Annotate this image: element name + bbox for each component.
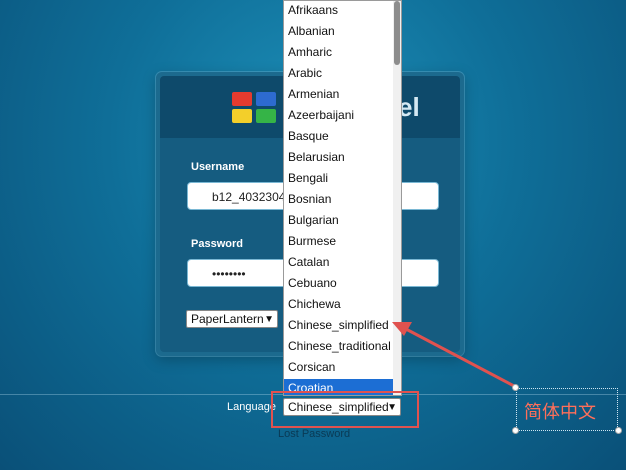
dropdown-scrollbar-thumb[interactable] [394, 1, 400, 65]
dropdown-option[interactable]: Basque [284, 127, 401, 148]
dropdown-option[interactable]: Belarusian [284, 148, 401, 169]
dropdown-option[interactable]: Armenian [284, 85, 401, 106]
cpanel-logo-icon [232, 92, 278, 124]
dropdown-option[interactable]: Chinese_traditional [284, 337, 401, 358]
annotation-highlight-box [271, 391, 419, 428]
dropdown-option[interactable]: Corsican [284, 358, 401, 379]
dropdown-option[interactable]: Afrikaans [284, 1, 401, 22]
dropdown-option[interactable]: Bulgarian [284, 211, 401, 232]
dropdown-option[interactable]: Catalan [284, 253, 401, 274]
dropdown-option[interactable]: Bengali [284, 169, 401, 190]
annotation-text: 简体中文 [524, 402, 596, 423]
dropdown-option[interactable]: Chichewa [284, 295, 401, 316]
dropdown-option[interactable]: Bosnian [284, 190, 401, 211]
dropdown-option[interactable]: Albanian [284, 22, 401, 43]
dropdown-option[interactable]: Arabic [284, 64, 401, 85]
language-label: Language [227, 401, 276, 413]
dropdown-option[interactable]: Amharic [284, 43, 401, 64]
theme-select[interactable]: PaperLantern ▼ [186, 310, 278, 328]
resize-handle [512, 427, 519, 434]
dropdown-option[interactable]: Chinese_simplified [284, 316, 401, 337]
lost-password-link[interactable]: Lost Password [278, 428, 350, 440]
resize-handle [615, 427, 622, 434]
resize-handle [512, 384, 519, 391]
password-value: •••••••• [212, 267, 246, 281]
theme-selected-value: PaperLantern [191, 312, 264, 326]
dropdown-option[interactable]: Burmese [284, 232, 401, 253]
username-value: b12_4032304 [212, 190, 286, 204]
chevron-down-icon: ▼ [264, 314, 274, 325]
username-label: Username [191, 161, 245, 173]
dropdown-option[interactable]: Cebuano [284, 274, 401, 295]
annotation-arrow-icon [392, 322, 515, 388]
dropdown-option[interactable]: Azeerbaijani [284, 106, 401, 127]
password-label: Password [191, 238, 243, 250]
language-dropdown-list[interactable]: Afrikaans Albanian Amharic Arabic Armenian Az… [283, 0, 402, 396]
